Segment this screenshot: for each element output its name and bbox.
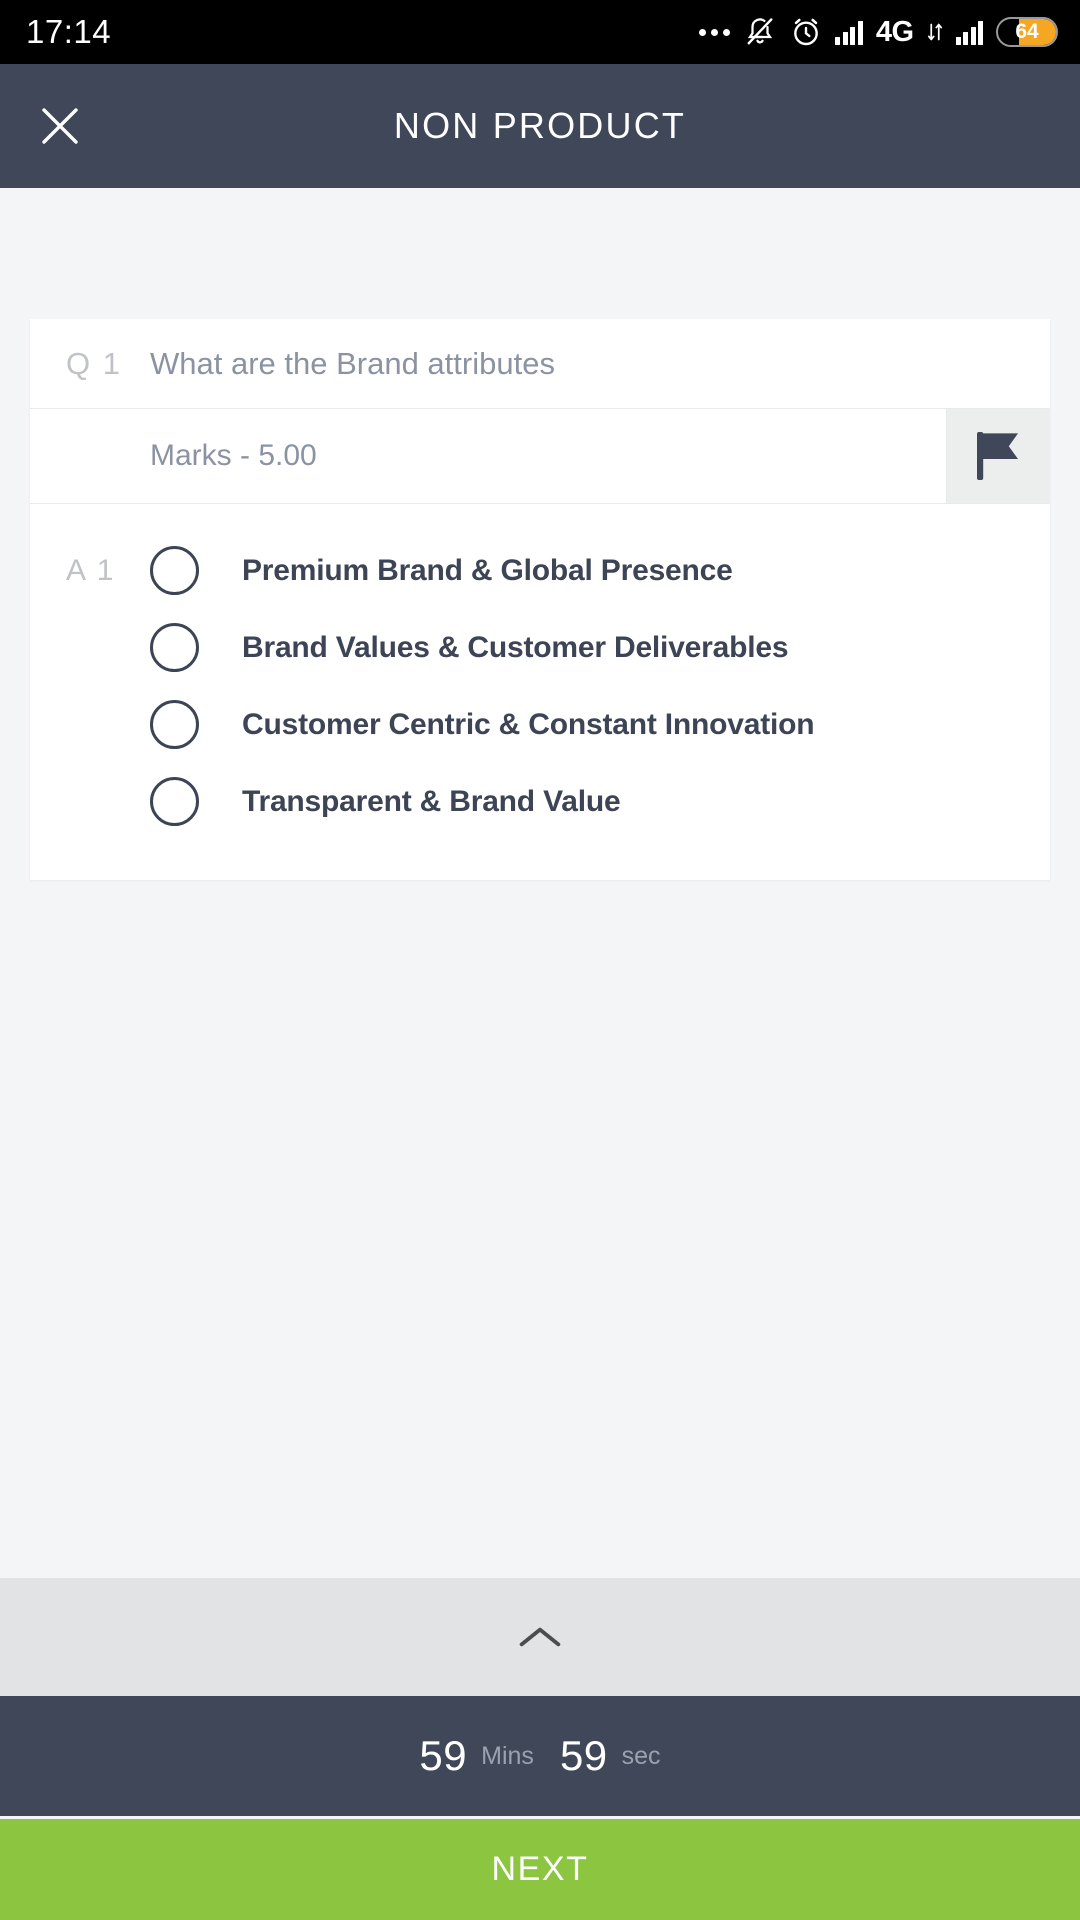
data-transfer-icon <box>927 22 943 42</box>
network-4g-icon: 4G <box>875 15 914 48</box>
page-title: NON PRODUCT <box>393 105 687 146</box>
answer-option-4[interactable]: Transparent & Brand Value <box>30 763 1050 840</box>
radio-button-1[interactable] <box>150 546 199 595</box>
timer-minutes-unit: Mins <box>481 1741 534 1770</box>
battery-icon: 64 <box>996 17 1058 47</box>
timer-seconds-value: 59 <box>559 1732 608 1779</box>
answer-option-2[interactable]: Brand Values & Customer Deliverables <box>30 609 1050 686</box>
timer-seconds-unit: sec <box>621 1741 661 1770</box>
answer-number-label: A 1 <box>66 553 116 587</box>
answer-options-list: A 1 Premium Brand & Global Presence Bran… <box>30 504 1050 880</box>
timer-minutes-value: 59 <box>419 1732 468 1779</box>
question-card: Q 1 What are the Brand attributes Marks … <box>30 319 1050 880</box>
content-area: Q 1 What are the Brand attributes Marks … <box>0 188 1080 1578</box>
question-header-row: Q 1 What are the Brand attributes <box>30 319 1050 409</box>
status-bar-clock: 17:14 <box>26 13 112 50</box>
answer-option-label-4: Transparent & Brand Value <box>242 784 621 818</box>
app-header: NON PRODUCT <box>0 64 1080 188</box>
app-screen: 17:14 4G 64 NON PRODUCT Q 1 What are the… <box>0 0 1080 1920</box>
marks-label: Marks - 5.00 <box>150 439 317 472</box>
next-button-label: NEXT <box>491 1850 589 1888</box>
question-text: What are the Brand attributes <box>150 345 555 381</box>
answer-option-1[interactable]: A 1 Premium Brand & Global Presence <box>30 532 1050 609</box>
next-button[interactable]: NEXT <box>0 1816 1080 1920</box>
expand-panel-handle[interactable] <box>0 1578 1080 1696</box>
status-bar-icons: 4G 64 <box>699 16 1058 49</box>
chevron-up-icon <box>519 1627 561 1647</box>
question-number-label: Q 1 <box>66 345 122 381</box>
battery-level-label: 64 <box>1015 20 1039 43</box>
answer-option-label-1: Premium Brand & Global Presence <box>242 553 733 587</box>
signal-bars-icon <box>835 19 863 45</box>
status-bar: 17:14 4G 64 <box>0 0 1080 64</box>
alarm-clock-icon <box>794 18 819 46</box>
radio-button-3[interactable] <box>150 700 199 749</box>
marks-container: Marks - 5.00 <box>30 409 946 503</box>
signal-bars-secondary-icon <box>955 19 983 45</box>
radio-button-4[interactable] <box>150 777 199 826</box>
answer-option-label-2: Brand Values & Customer Deliverables <box>242 630 789 664</box>
close-button[interactable] <box>14 80 106 172</box>
flag-question-button[interactable] <box>946 409 1050 503</box>
more-dots-icon <box>699 28 731 36</box>
flag-icon <box>976 432 1018 480</box>
close-icon <box>42 108 78 144</box>
countdown-timer: 59 Mins 59 sec <box>0 1696 1080 1816</box>
radio-button-2[interactable] <box>150 623 199 672</box>
marks-row: Marks - 5.00 <box>30 409 1050 504</box>
answer-option-3[interactable]: Customer Centric & Constant Innovation <box>30 686 1050 763</box>
answer-option-label-3: Customer Centric & Constant Innovation <box>242 707 815 741</box>
bell-muted-icon <box>747 18 773 45</box>
